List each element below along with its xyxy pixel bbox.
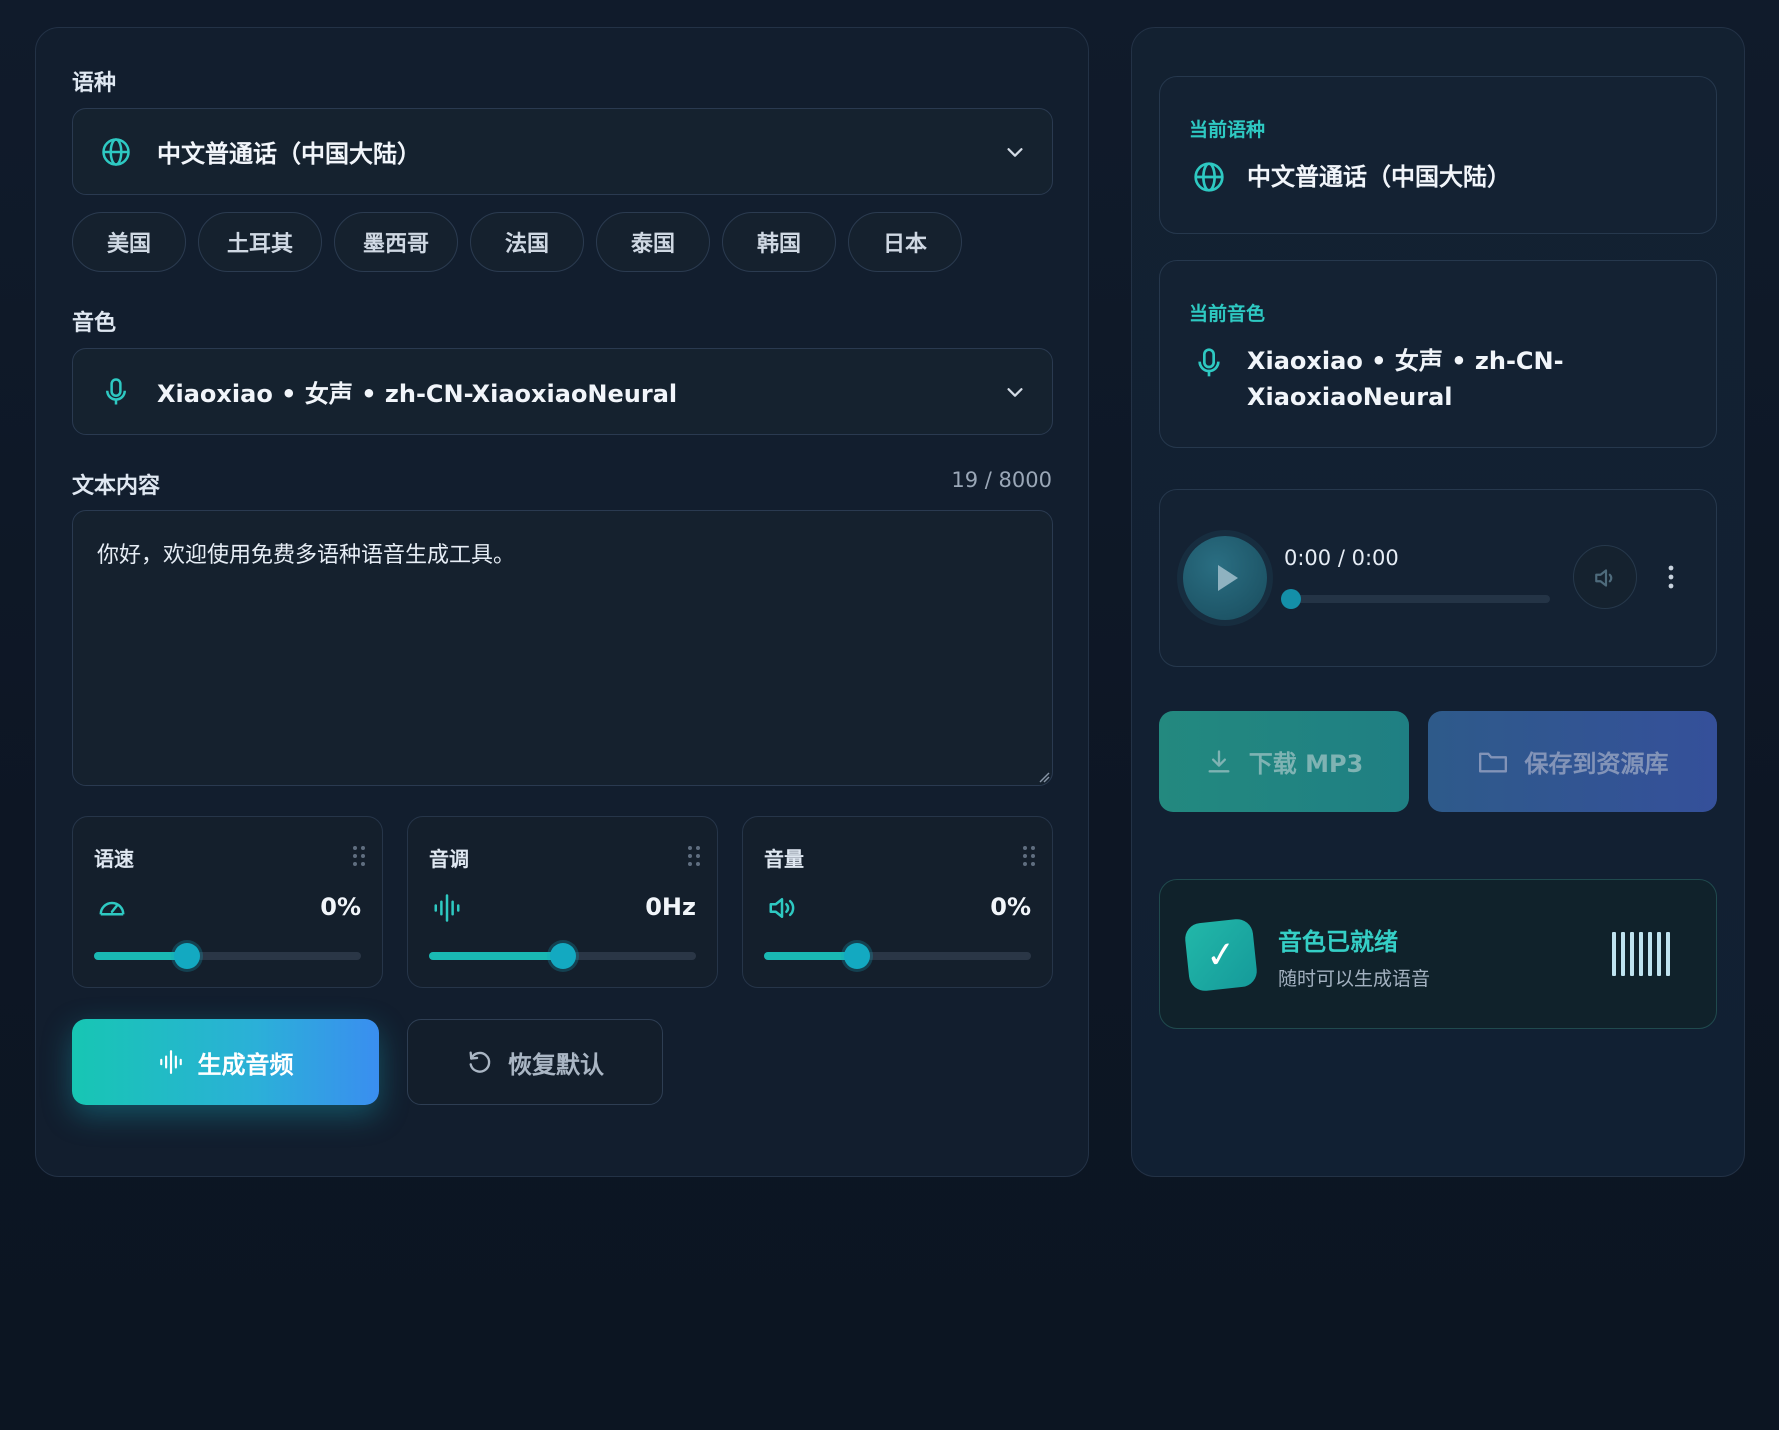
drag-handle-icon[interactable]	[352, 845, 366, 867]
current-voice-line: XiaoxiaoNeural	[1247, 383, 1453, 411]
waveform-icon	[159, 1050, 182, 1074]
current-language-card: 当前语种 中文普通话（中国大陆）	[1159, 76, 1717, 234]
pitch-slider-fill	[429, 952, 563, 960]
language-select-value: 中文普通话（中国大陆）	[157, 140, 421, 168]
microphone-icon	[1198, 348, 1220, 377]
pitch-title: 音调	[429, 847, 469, 871]
download-icon	[1208, 749, 1230, 772]
current-voice-caption: 当前音色	[1189, 303, 1266, 325]
volume-value: 0%	[990, 893, 1031, 921]
speaker-icon	[1595, 569, 1613, 587]
drag-handle-icon[interactable]	[1022, 845, 1036, 867]
resize-grip-icon[interactable]	[1038, 771, 1050, 783]
speed-slider[interactable]	[94, 943, 361, 969]
text-input-value: 你好，欢迎使用免费多语种语音生成工具。	[97, 543, 516, 568]
chevron-down-icon	[1007, 388, 1023, 397]
pitch-slider[interactable]	[429, 943, 696, 969]
chevron-down-icon	[1007, 148, 1023, 157]
current-language-value: 中文普通话（中国大陆）	[1247, 163, 1511, 191]
volume-slider-fill	[764, 952, 858, 960]
voice-label: 音色	[72, 311, 117, 336]
microphone-icon	[106, 378, 126, 405]
language-chips: 美国 土耳其 墨西哥 法国 泰国 韩国 日本	[72, 212, 962, 272]
current-voice-value: Xiaoxiao • 女声 • zh-CN- XiaoxiaoNeural	[1247, 343, 1564, 415]
current-language-caption: 当前语种	[1189, 119, 1266, 141]
playback-time: 0:00 / 0:00	[1284, 546, 1399, 570]
save-to-library-button[interactable]: 保存到资源库	[1428, 711, 1717, 812]
speed-slider-thumb[interactable]	[174, 943, 201, 969]
status-title: 音色已就绪	[1278, 928, 1398, 956]
playback-progress[interactable]	[1281, 589, 1550, 609]
language-chip[interactable]: 美国	[72, 212, 186, 272]
pitch-slider-thumb[interactable]	[549, 943, 576, 969]
speaker-icon	[769, 898, 795, 918]
speed-slider-fill	[94, 952, 188, 960]
voice-ready-status: ✓ 音色已就绪 随时可以生成语音	[1159, 879, 1717, 1029]
equalizer-icon	[1612, 932, 1684, 976]
language-label: 语种	[72, 71, 117, 96]
globe-icon	[1194, 162, 1224, 192]
current-voice-line: Xiaoxiao • 女声 • zh-CN-	[1247, 347, 1564, 375]
more-options-icon[interactable]	[1659, 564, 1683, 590]
pitch-slider-card: 音调 0Hz	[407, 816, 718, 988]
language-chip[interactable]: 墨西哥	[334, 212, 458, 272]
volume-title: 音量	[764, 847, 804, 871]
language-chip[interactable]: 日本	[848, 212, 962, 272]
language-select[interactable]: 中文普通话（中国大陆）	[72, 108, 1053, 195]
undo-icon	[469, 1051, 491, 1073]
generate-audio-button[interactable]: 生成音频	[72, 1019, 379, 1105]
save-to-library-label: 保存到资源库	[1524, 750, 1669, 778]
drag-handle-icon[interactable]	[687, 845, 701, 867]
playback-thumb[interactable]	[1281, 589, 1301, 609]
voice-select[interactable]: Xiaoxiao • 女声 • zh-CN-XiaoxiaoNeural	[72, 348, 1053, 435]
mute-button[interactable]	[1573, 545, 1637, 609]
check-icon: ✓	[1183, 917, 1259, 993]
play-icon	[1218, 565, 1238, 591]
speedometer-icon	[99, 901, 125, 916]
current-voice-card: 当前音色 Xiaoxiao • 女声 • zh-CN- XiaoxiaoNeur…	[1159, 260, 1717, 448]
preview-panel: 当前语种 中文普通话（中国大陆） 当前音色 Xiaoxiao • 女声 • zh…	[1131, 27, 1745, 1177]
settings-panel: 语种 中文普通话（中国大陆） 美国 土耳其 墨西哥 法国 泰国 韩国 日本 音色…	[35, 27, 1089, 1177]
volume-slider-card: 音量 0%	[742, 816, 1053, 988]
char-counter: 19 / 8000	[951, 468, 1052, 492]
waveform-icon	[434, 894, 460, 922]
pitch-value: 0Hz	[645, 893, 696, 921]
language-chip[interactable]: 土耳其	[198, 212, 322, 272]
volume-slider-thumb[interactable]	[844, 943, 871, 969]
speed-value: 0%	[320, 893, 361, 921]
language-chip[interactable]: 韩国	[722, 212, 836, 272]
text-label: 文本内容	[72, 474, 161, 499]
text-input[interactable]: 你好，欢迎使用免费多语种语音生成工具。	[72, 510, 1053, 786]
voice-select-value: Xiaoxiao • 女声 • zh-CN-XiaoxiaoNeural	[157, 380, 678, 408]
volume-slider[interactable]	[764, 943, 1031, 969]
generate-audio-label: 生成音频	[197, 1050, 294, 1079]
reset-defaults-button[interactable]: 恢复默认	[407, 1019, 663, 1105]
audio-player: 0:00 / 0:00	[1159, 489, 1717, 667]
download-mp3-label: 下载 MP3	[1248, 750, 1364, 778]
reset-defaults-label: 恢复默认	[508, 1050, 604, 1079]
globe-icon	[102, 138, 130, 166]
speed-title: 语速	[94, 847, 134, 871]
speed-slider-card: 语速 0%	[72, 816, 383, 988]
play-button[interactable]	[1183, 536, 1267, 620]
language-chip[interactable]: 法国	[470, 212, 584, 272]
status-subtitle: 随时可以生成语音	[1278, 968, 1431, 990]
download-mp3-button[interactable]: 下载 MP3	[1159, 711, 1409, 812]
language-chip[interactable]: 泰国	[596, 212, 710, 272]
folder-icon	[1478, 752, 1507, 772]
